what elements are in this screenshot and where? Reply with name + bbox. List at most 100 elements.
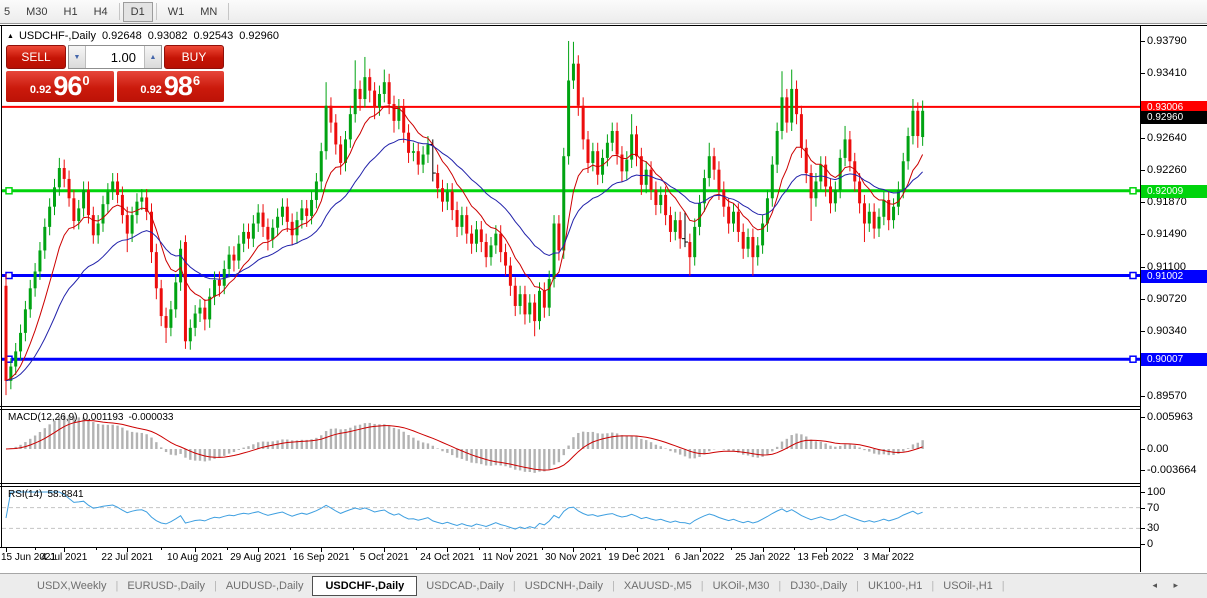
date-tick-label: 16 Sep 2021: [289, 552, 353, 563]
sell-button[interactable]: SELL: [6, 45, 66, 69]
timeframe-button-M30[interactable]: M30: [18, 2, 55, 22]
price-tick-mark: [1141, 170, 1145, 171]
date-minor-tick: [542, 548, 543, 550]
toolbar-separator: [119, 3, 120, 20]
macd-tick-mark: [1141, 470, 1145, 471]
date-tick-label: 24 Oct 2021: [415, 552, 479, 563]
chart-tab-usoil-h1[interactable]: USOil-,H1: [934, 577, 1002, 595]
date-minor-tick: [668, 548, 669, 550]
price-tick-label: 0.90340: [1147, 325, 1187, 337]
timeframe-button-H1[interactable]: H1: [56, 2, 86, 22]
chart-tab-usdx-weekly[interactable]: USDX,Weekly: [28, 577, 115, 595]
date-tick-label: 25 Jan 2022: [731, 552, 795, 563]
chart-tab-bar: USDX,Weekly|EURUSD-,Daily|AUDUSD-,DailyU…: [0, 573, 1207, 598]
timeframe-button-H4[interactable]: H4: [86, 2, 116, 22]
rsi-tick-mark: [1141, 528, 1145, 529]
date-minor-tick: [731, 548, 732, 550]
collapse-arrow-icon[interactable]: ▲: [7, 33, 14, 40]
rsi-tick-mark: [1141, 508, 1145, 509]
level-price-label: 0.92009: [1141, 185, 1207, 198]
ohlc-close: 0.92960: [239, 30, 279, 42]
chart-tab-usdcnh-daily[interactable]: USDCNH-,Daily: [516, 577, 612, 595]
date-tick-label: 29 Aug 2021: [226, 552, 290, 563]
chart-tab-audusd-daily[interactable]: AUDUSD-,Daily: [217, 577, 313, 595]
rsi-tick-mark: [1141, 544, 1145, 545]
macd-value-1: 0.001193: [82, 412, 123, 423]
price-tick-label: 0.93410: [1147, 67, 1187, 79]
rsi-tick-label: 30: [1147, 522, 1159, 534]
date-minor-tick: [227, 548, 228, 550]
date-tick-label: 30 Nov 2021: [541, 552, 605, 563]
rsi-indicator-chart[interactable]: [2, 487, 1140, 547]
toolbar-separator: [228, 3, 229, 20]
date-minor-tick: [35, 548, 36, 550]
price-tick-label: 0.89570: [1147, 390, 1187, 402]
timeframe-button-W1[interactable]: W1: [160, 2, 193, 22]
rsi-tick-label: 70: [1147, 502, 1159, 514]
date-minor-tick: [794, 548, 795, 550]
chart-tab-uk100-h1[interactable]: UK100-,H1: [859, 577, 931, 595]
chart-tab-dj30-daily[interactable]: DJ30-,Daily: [781, 577, 856, 595]
volume-field[interactable]: 1.00: [86, 46, 144, 68]
date-tick-label: 6 Jan 2022: [668, 552, 732, 563]
level-price-label: 0.91002: [1141, 270, 1207, 283]
price-tick-mark: [1141, 138, 1145, 139]
macd-tick-label: 0.00: [1147, 443, 1168, 455]
date-minor-tick: [161, 548, 162, 550]
toolbar-separator: [156, 3, 157, 20]
volume-spinner: ▼ 1.00 ▲: [68, 45, 162, 69]
date-minor-tick: [353, 548, 354, 550]
price-tick-mark: [1141, 73, 1145, 74]
buy-price-pip: 6: [193, 73, 200, 88]
buy-button[interactable]: BUY: [164, 45, 224, 69]
price-tick-mark: [1141, 331, 1145, 332]
macd-bottom-border: [0, 483, 1141, 484]
date-tick-label: 11 Nov 2021: [478, 552, 542, 563]
price-tick-mark: [1141, 299, 1145, 300]
chart-tab-usdchf-daily[interactable]: USDCHF-,Daily: [312, 576, 417, 596]
price-tick-label: 0.90720: [1147, 293, 1187, 305]
price-tick-mark: [1141, 202, 1145, 203]
tab-separator: |: [1002, 580, 1005, 592]
price-tick-mark: [1141, 41, 1145, 42]
price-tick-mark: [1141, 396, 1145, 397]
volume-decrease-icon[interactable]: ▼: [69, 46, 86, 68]
date-tick-label: 19 Dec 2021: [605, 552, 669, 563]
date-minor-tick: [479, 548, 480, 550]
timeframe-button-5[interactable]: 5: [0, 2, 18, 22]
price-tick-mark: [1141, 234, 1145, 235]
tab-scroll-arrows[interactable]: ◂ ▸: [1152, 580, 1185, 591]
ohlc-low: 0.92543: [193, 30, 233, 42]
volume-increase-icon[interactable]: ▲: [144, 46, 161, 68]
sell-price-big: 96: [53, 73, 81, 100]
chart-tab-ukoil-m30[interactable]: UKOil-,M30: [704, 577, 779, 595]
window-top-border: [0, 25, 1207, 26]
chart-tab-eurusd-daily[interactable]: EURUSD-,Daily: [118, 577, 214, 595]
chart-tab-xauusd-m5[interactable]: XAUUSD-,M5: [615, 577, 701, 595]
timeframe-button-MN[interactable]: MN: [192, 2, 225, 22]
sell-price-prefix: 0.92: [30, 84, 51, 96]
chart-tab-usdcad-daily[interactable]: USDCAD-,Daily: [417, 577, 513, 595]
price-tick-label: 0.92640: [1147, 132, 1187, 144]
date-minor-tick: [290, 548, 291, 550]
rsi-value: 58.8841: [47, 489, 83, 500]
buy-price-box[interactable]: 0.92 98 6: [117, 71, 225, 102]
price-tick-label: 0.93790: [1147, 35, 1187, 47]
price-tick-label: 0.91870: [1147, 196, 1187, 208]
rsi-tick-mark: [1141, 492, 1145, 493]
timeframe-button-D1[interactable]: D1: [123, 2, 153, 22]
macd-tick-mark: [1141, 417, 1145, 418]
date-minor-tick: [857, 548, 858, 550]
date-tick-label: 3 Mar 2022: [857, 552, 921, 563]
buy-price-big: 98: [164, 73, 192, 100]
level-price-label: 0.90007: [1141, 353, 1207, 366]
sell-price-box[interactable]: 0.92 96 0: [6, 71, 114, 102]
date-tick-label: 5 Oct 2021: [352, 552, 416, 563]
date-tick-label: 10 Aug 2021: [163, 552, 227, 563]
date-tick-label: 4 Jul 2021: [32, 552, 96, 563]
buy-price-prefix: 0.92: [140, 84, 161, 96]
one-click-trading-panel: SELL ▼ 1.00 ▲ BUY 0.92 96 0 0.92 98 6: [6, 45, 224, 102]
trading-terminal-screen: 5M30H1H4D1W1MN ▲ USDCHF-,Daily 0.92648 0…: [0, 0, 1207, 598]
date-minor-tick: [605, 548, 606, 550]
price-tick-label: 0.91490: [1147, 228, 1187, 240]
